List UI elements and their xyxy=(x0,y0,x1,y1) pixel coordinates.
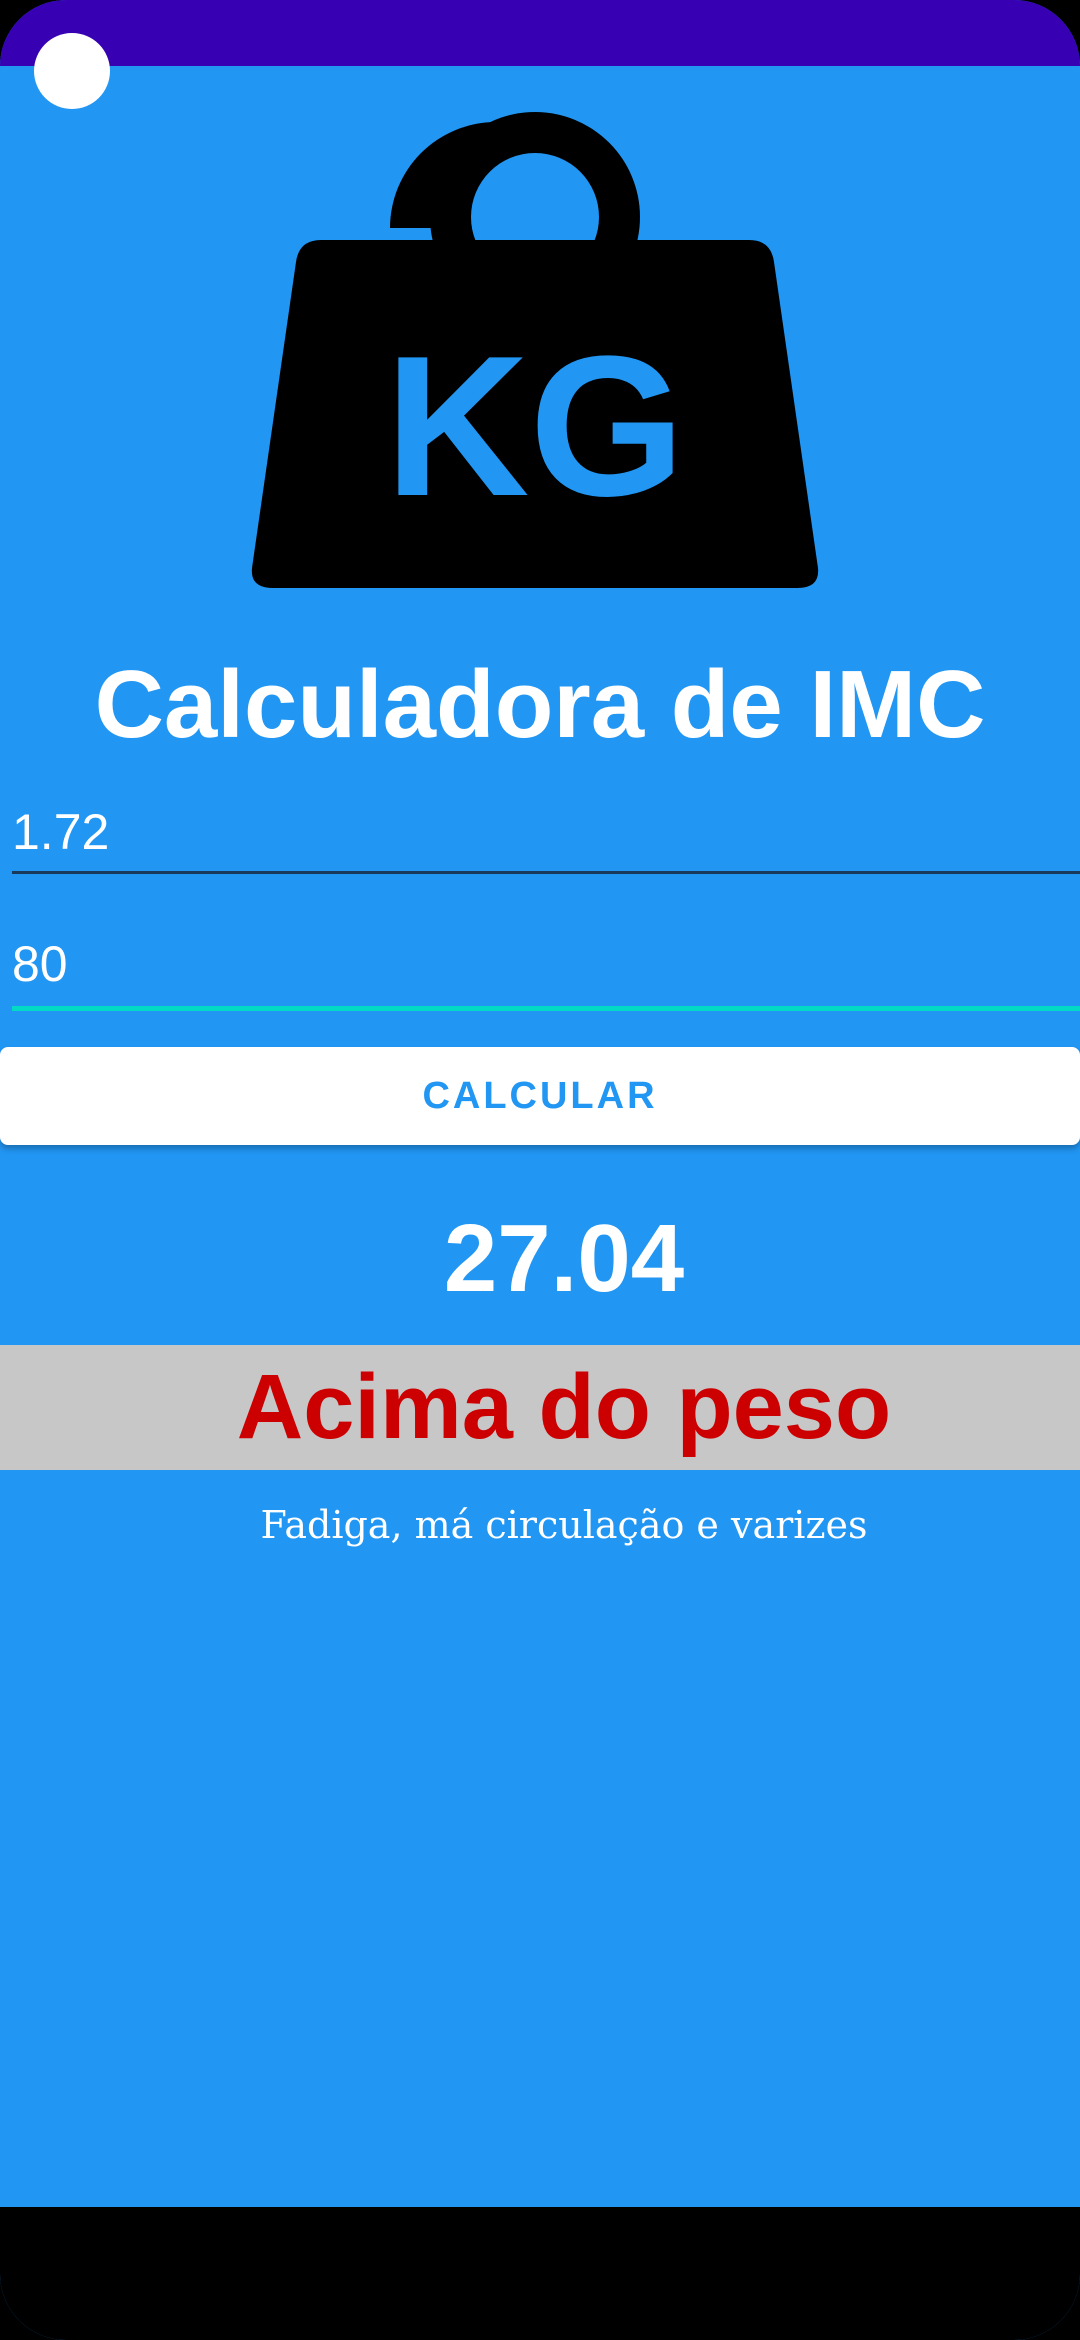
status-bar xyxy=(0,0,1080,66)
kettlebell-weight-icon: KG xyxy=(251,112,819,588)
height-input-underline xyxy=(12,871,1080,874)
app-screen: KG Calculadora de IMC 1.72 80 CALCULAR 2… xyxy=(0,0,1080,2340)
camera-cutout xyxy=(34,33,110,109)
weight-input-underline xyxy=(12,1006,1080,1011)
classification-band: Acima do peso xyxy=(0,1345,1080,1470)
navigation-bar xyxy=(0,2207,1080,2340)
weight-label: KG xyxy=(385,315,685,538)
imc-result: 27.04 xyxy=(443,1205,685,1312)
weight-value: 80 xyxy=(12,936,68,992)
classification-label: Acima do peso xyxy=(236,1356,892,1458)
calculate-button[interactable]: CALCULAR xyxy=(0,1047,1080,1145)
page-title: Calculadora de IMC xyxy=(94,651,986,758)
height-value: 1.72 xyxy=(12,804,110,860)
height-input[interactable]: 1.72 xyxy=(12,796,1080,868)
weight-input[interactable]: 80 xyxy=(12,928,1080,1000)
classification-description: Fadiga, má circulação e varizes xyxy=(260,1503,868,1547)
